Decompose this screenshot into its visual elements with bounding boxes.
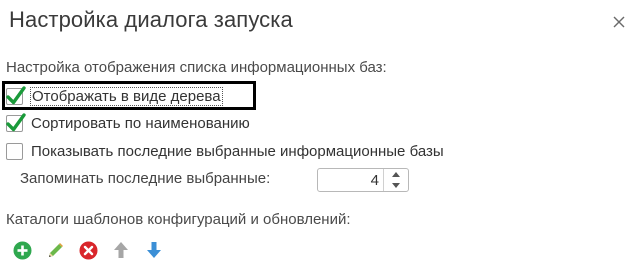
move-up-icon <box>114 242 128 258</box>
spinner-up-button[interactable] <box>384 169 408 180</box>
list-settings-label: Настройка отображения списка информацион… <box>6 59 387 76</box>
option-sort-by-name[interactable]: Сортировать по наименованию <box>6 112 250 134</box>
triangle-up-icon <box>392 172 400 177</box>
templates-catalog-label: Каталоги шаблонов конфигураций и обновле… <box>6 211 351 228</box>
close-icon <box>613 16 625 28</box>
remember-count-spinner[interactable]: 4 <box>317 168 409 192</box>
triangle-down-icon <box>392 183 400 188</box>
move-down-button[interactable] <box>144 240 164 260</box>
spinner-down-button[interactable] <box>384 180 408 191</box>
remember-recent-label: Запоминать последние выбранные: <box>20 170 271 187</box>
move-up-button[interactable] <box>111 240 131 260</box>
remember-count-value[interactable]: 4 <box>329 172 379 189</box>
add-icon <box>13 241 31 259</box>
option-show-recent[interactable]: Показывать последние выбранные информаци… <box>6 140 444 162</box>
sort-by-name-checkbox[interactable] <box>6 112 26 132</box>
add-button[interactable] <box>12 240 32 260</box>
move-down-icon <box>147 242 161 258</box>
checkmark-icon <box>6 112 26 131</box>
delete-button[interactable] <box>78 240 98 260</box>
spinner-buttons <box>383 169 408 191</box>
dialog-title: Настройка диалога запуска <box>9 7 293 32</box>
show-recent-checkbox[interactable] <box>6 142 23 160</box>
close-button[interactable] <box>609 12 629 32</box>
launch-dialog-settings-window: Настройка диалога запуска Настройка отоб… <box>0 0 642 267</box>
edit-icon <box>48 242 63 257</box>
edit-button[interactable] <box>45 240 65 260</box>
delete-icon <box>79 241 97 259</box>
highlight-frame <box>2 81 256 110</box>
sort-by-name-label: Сортировать по наименованию <box>31 114 250 132</box>
templates-toolbar <box>12 240 177 260</box>
show-recent-label: Показывать последние выбранные информаци… <box>31 142 444 160</box>
